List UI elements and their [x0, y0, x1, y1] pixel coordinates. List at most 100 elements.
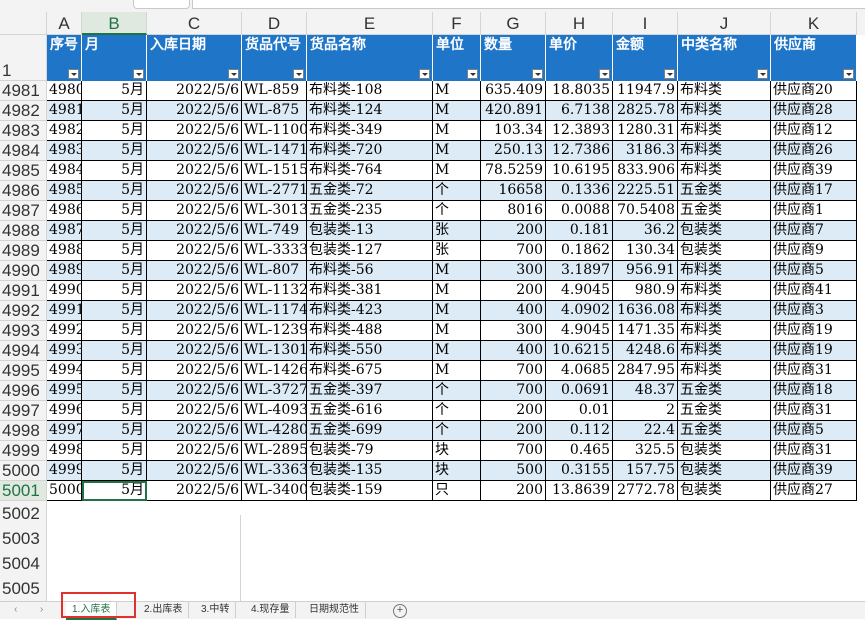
- row-header[interactable]: 4985: [0, 161, 47, 181]
- table-cell[interactable]: 200: [481, 281, 546, 301]
- table-cell[interactable]: 500: [481, 461, 546, 481]
- table-cell[interactable]: 包装类-127: [307, 241, 433, 261]
- table-cell[interactable]: 2225.51: [613, 181, 678, 201]
- table-cell[interactable]: 包装类-135: [307, 461, 433, 481]
- column-header-c[interactable]: C: [147, 12, 242, 35]
- table-cell[interactable]: 0.01: [546, 401, 613, 421]
- table-cell[interactable]: 5月: [82, 301, 147, 321]
- row-header[interactable]: 4988: [0, 221, 47, 241]
- table-cell[interactable]: 五金类: [678, 201, 771, 221]
- table-cell[interactable]: 包装类: [678, 461, 771, 481]
- table-cell[interactable]: 103.34: [481, 121, 546, 141]
- table-cell[interactable]: 13.8639: [546, 481, 613, 501]
- table-cell[interactable]: 700: [481, 241, 546, 261]
- column-header-h[interactable]: H: [546, 12, 613, 35]
- table-cell[interactable]: WL-2771: [242, 181, 307, 201]
- table-cell[interactable]: 12.3893: [546, 121, 613, 141]
- table-cell[interactable]: 0.1336: [546, 181, 613, 201]
- table-cell[interactable]: WL-1132: [242, 281, 307, 301]
- row-header[interactable]: 4999: [0, 441, 47, 461]
- column-header-e[interactable]: E: [307, 12, 433, 35]
- row-header[interactable]: 4982: [0, 101, 47, 121]
- filter-dropdown-icon[interactable]: [467, 69, 478, 79]
- table-cell[interactable]: WL-1471: [242, 141, 307, 161]
- table-cell[interactable]: M: [433, 141, 481, 161]
- table-cell[interactable]: WL-859: [242, 81, 307, 101]
- table-cell[interactable]: 4980: [47, 81, 82, 101]
- table-cell[interactable]: 1471.35: [613, 321, 678, 341]
- table-cell[interactable]: 0.465: [546, 441, 613, 461]
- table-cell[interactable]: 布料类-108: [307, 81, 433, 101]
- table-cell[interactable]: 包装类: [678, 481, 771, 501]
- table-cell[interactable]: WL-1515: [242, 161, 307, 181]
- table-cell[interactable]: 700: [481, 381, 546, 401]
- table-cell[interactable]: 五金类: [678, 401, 771, 421]
- table-cell[interactable]: 980.9: [613, 281, 678, 301]
- table-cell[interactable]: 833.906: [613, 161, 678, 181]
- filter-dropdown-icon[interactable]: [664, 69, 675, 79]
- table-cell[interactable]: 2022/5/6: [147, 101, 242, 121]
- table-cell[interactable]: 0.1862: [546, 241, 613, 261]
- table-cell[interactable]: 供应商9: [771, 241, 857, 261]
- table-cell[interactable]: 五金类: [678, 421, 771, 441]
- column-header-k[interactable]: K: [771, 12, 857, 35]
- table-cell[interactable]: 5月: [82, 421, 147, 441]
- table-cell[interactable]: WL-875: [242, 101, 307, 121]
- table-cell[interactable]: 0.181: [546, 221, 613, 241]
- table-cell[interactable]: 包装类-13: [307, 221, 433, 241]
- table-cell[interactable]: 8016: [481, 201, 546, 221]
- tab-prev-arrow-icon[interactable]: ‹: [14, 604, 17, 615]
- table-cell[interactable]: 只: [433, 481, 481, 501]
- table-cell[interactable]: 2022/5/6: [147, 381, 242, 401]
- table-cell[interactable]: 48.37: [613, 381, 678, 401]
- table-cell[interactable]: 200: [481, 401, 546, 421]
- table-cell[interactable]: 5月: [82, 381, 147, 401]
- row-header[interactable]: 4998: [0, 421, 47, 441]
- table-cell[interactable]: 供应商31: [771, 401, 857, 421]
- table-cell[interactable]: 供应商3: [771, 301, 857, 321]
- table-cell[interactable]: 布料类: [678, 121, 771, 141]
- table-cell[interactable]: 3186.3: [613, 141, 678, 161]
- table-cell[interactable]: 供应商26: [771, 141, 857, 161]
- table-cell[interactable]: 0.0088: [546, 201, 613, 221]
- sheet-tab[interactable]: 2.出库表: [138, 602, 190, 618]
- table-cell[interactable]: 5月: [82, 401, 147, 421]
- filter-dropdown-icon[interactable]: [757, 69, 768, 79]
- filter-dropdown-icon[interactable]: [293, 69, 304, 79]
- table-cell[interactable]: 4984: [47, 161, 82, 181]
- row-header[interactable]: 5002: [0, 501, 47, 526]
- table-cell[interactable]: 4995: [47, 381, 82, 401]
- table-cell[interactable]: 布料类: [678, 101, 771, 121]
- filter-dropdown-icon[interactable]: [133, 69, 144, 79]
- table-cell[interactable]: WL-4280: [242, 421, 307, 441]
- row-header[interactable]: 4993: [0, 321, 47, 341]
- table-cell[interactable]: 1636.08: [613, 301, 678, 321]
- table-cell[interactable]: 4986: [47, 201, 82, 221]
- table-cell[interactable]: 个: [433, 201, 481, 221]
- column-header-g[interactable]: G: [481, 12, 546, 35]
- table-cell[interactable]: 布料类-381: [307, 281, 433, 301]
- row-header[interactable]: 4991: [0, 281, 47, 301]
- table-cell[interactable]: 布料类: [678, 261, 771, 281]
- table-cell[interactable]: 5月: [82, 321, 147, 341]
- table-cell[interactable]: 5月: [82, 181, 147, 201]
- table-cell[interactable]: 1280.31: [613, 121, 678, 141]
- table-cell[interactable]: 供应商31: [771, 441, 857, 461]
- table-cell[interactable]: 5月: [82, 481, 147, 501]
- table-cell[interactable]: 4991: [47, 301, 82, 321]
- table-cell[interactable]: 布料类-349: [307, 121, 433, 141]
- table-cell[interactable]: 250.13: [481, 141, 546, 161]
- table-cell[interactable]: 2022/5/6: [147, 461, 242, 481]
- table-cell[interactable]: 2022/5/6: [147, 421, 242, 441]
- table-cell[interactable]: 300: [481, 321, 546, 341]
- table-cell[interactable]: 供应商41: [771, 281, 857, 301]
- table-cell[interactable]: 2: [613, 401, 678, 421]
- table-cell[interactable]: 5月: [82, 81, 147, 101]
- table-cell[interactable]: 包装类: [678, 221, 771, 241]
- table-cell[interactable]: 5月: [82, 441, 147, 461]
- table-cell[interactable]: 4.0685: [546, 361, 613, 381]
- table-cell[interactable]: 5月: [82, 461, 147, 481]
- table-cell[interactable]: 布料类-550: [307, 341, 433, 361]
- table-cell[interactable]: 4983: [47, 141, 82, 161]
- table-cell[interactable]: 布料类: [678, 321, 771, 341]
